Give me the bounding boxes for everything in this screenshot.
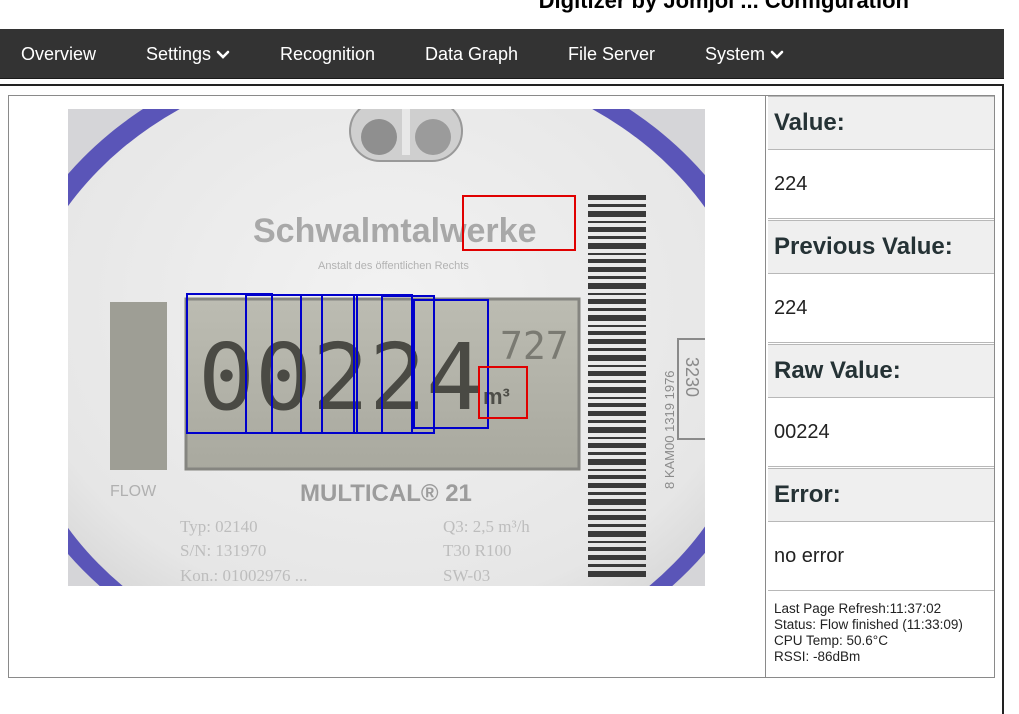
overview-table: Schwalmtalwerke Anstalt des öffentlichen… bbox=[8, 95, 995, 678]
meter-spec-kon: Kon.: 01002976 ... bbox=[180, 566, 308, 585]
meter-flow-label: FLOW bbox=[110, 483, 157, 500]
meter-decimals-text: 727 bbox=[500, 324, 569, 368]
meter-spec-q3: Q3: 2,5 m³/h bbox=[443, 517, 530, 536]
page-title: Digitizer by Jomjol ... Configuration bbox=[538, 0, 909, 13]
nav-settings-label: Settings bbox=[146, 44, 212, 64]
nav-system-label: System bbox=[705, 44, 766, 64]
meter-subtitle-text: Anstalt des öffentlichen Rechts bbox=[318, 260, 469, 272]
main-navbar: Overview Settings Recognition Data Graph… bbox=[0, 29, 1004, 79]
last-refresh-text: Last Page Refresh:11:37:02 bbox=[774, 601, 942, 616]
meter-digits-text: 00224 bbox=[198, 324, 483, 431]
meter-spec-sw: SW-03 bbox=[443, 566, 490, 585]
error-section: Error: no error bbox=[768, 468, 994, 591]
meter-image: Schwalmtalwerke Anstalt des öffentlichen… bbox=[68, 109, 705, 586]
nav-system[interactable]: System bbox=[705, 29, 785, 79]
cpu-temp-text: CPU Temp: 50.6°C bbox=[774, 633, 888, 648]
error-field: no error bbox=[768, 521, 994, 590]
error-label: Error: bbox=[768, 468, 994, 521]
meter-image-cell: Schwalmtalwerke Anstalt des öffentlichen… bbox=[9, 96, 766, 677]
flow-status-text: Status: Flow finished (11:33:09) bbox=[774, 617, 963, 632]
nav-overview[interactable]: Overview bbox=[21, 29, 96, 79]
meter-brand-text: Schwalmtalwerke bbox=[253, 212, 536, 250]
meter-side-number: 3230 bbox=[682, 357, 702, 397]
nav-recognition[interactable]: Recognition bbox=[280, 29, 375, 79]
status-panel: Last Page Refresh:11:37:02 Status: Flow … bbox=[768, 592, 994, 677]
meter-spec-t: T30 R100 bbox=[443, 541, 511, 560]
value-section: Value: 224 bbox=[768, 96, 994, 219]
nav-settings[interactable]: Settings bbox=[146, 29, 231, 79]
meter-spec-typ: Typ: 02140 bbox=[180, 517, 258, 536]
raw-value-field: 00224 bbox=[768, 397, 994, 466]
rssi-text: RSSI: -86dBm bbox=[774, 649, 861, 664]
previous-value-label: Previous Value: bbox=[768, 220, 994, 273]
nav-file-server[interactable]: File Server bbox=[568, 29, 655, 79]
nav-data-graph[interactable]: Data Graph bbox=[425, 29, 518, 79]
previous-value-section: Previous Value: 224 bbox=[768, 220, 994, 343]
meter-model-text: MULTICAL® 21 bbox=[300, 480, 472, 507]
value-field: 224 bbox=[768, 149, 994, 218]
meter-spec-sn: S/N: 131970 bbox=[180, 541, 266, 560]
raw-value-label: Raw Value: bbox=[768, 344, 994, 397]
chevron-down-icon bbox=[216, 50, 230, 60]
chevron-down-icon bbox=[770, 50, 784, 60]
previous-value-field: 224 bbox=[768, 273, 994, 342]
meter-barcode-text: 8 KAM00 1319 1976 bbox=[662, 370, 677, 489]
raw-value-section: Raw Value: 00224 bbox=[768, 344, 994, 467]
value-label: Value: bbox=[768, 96, 994, 149]
